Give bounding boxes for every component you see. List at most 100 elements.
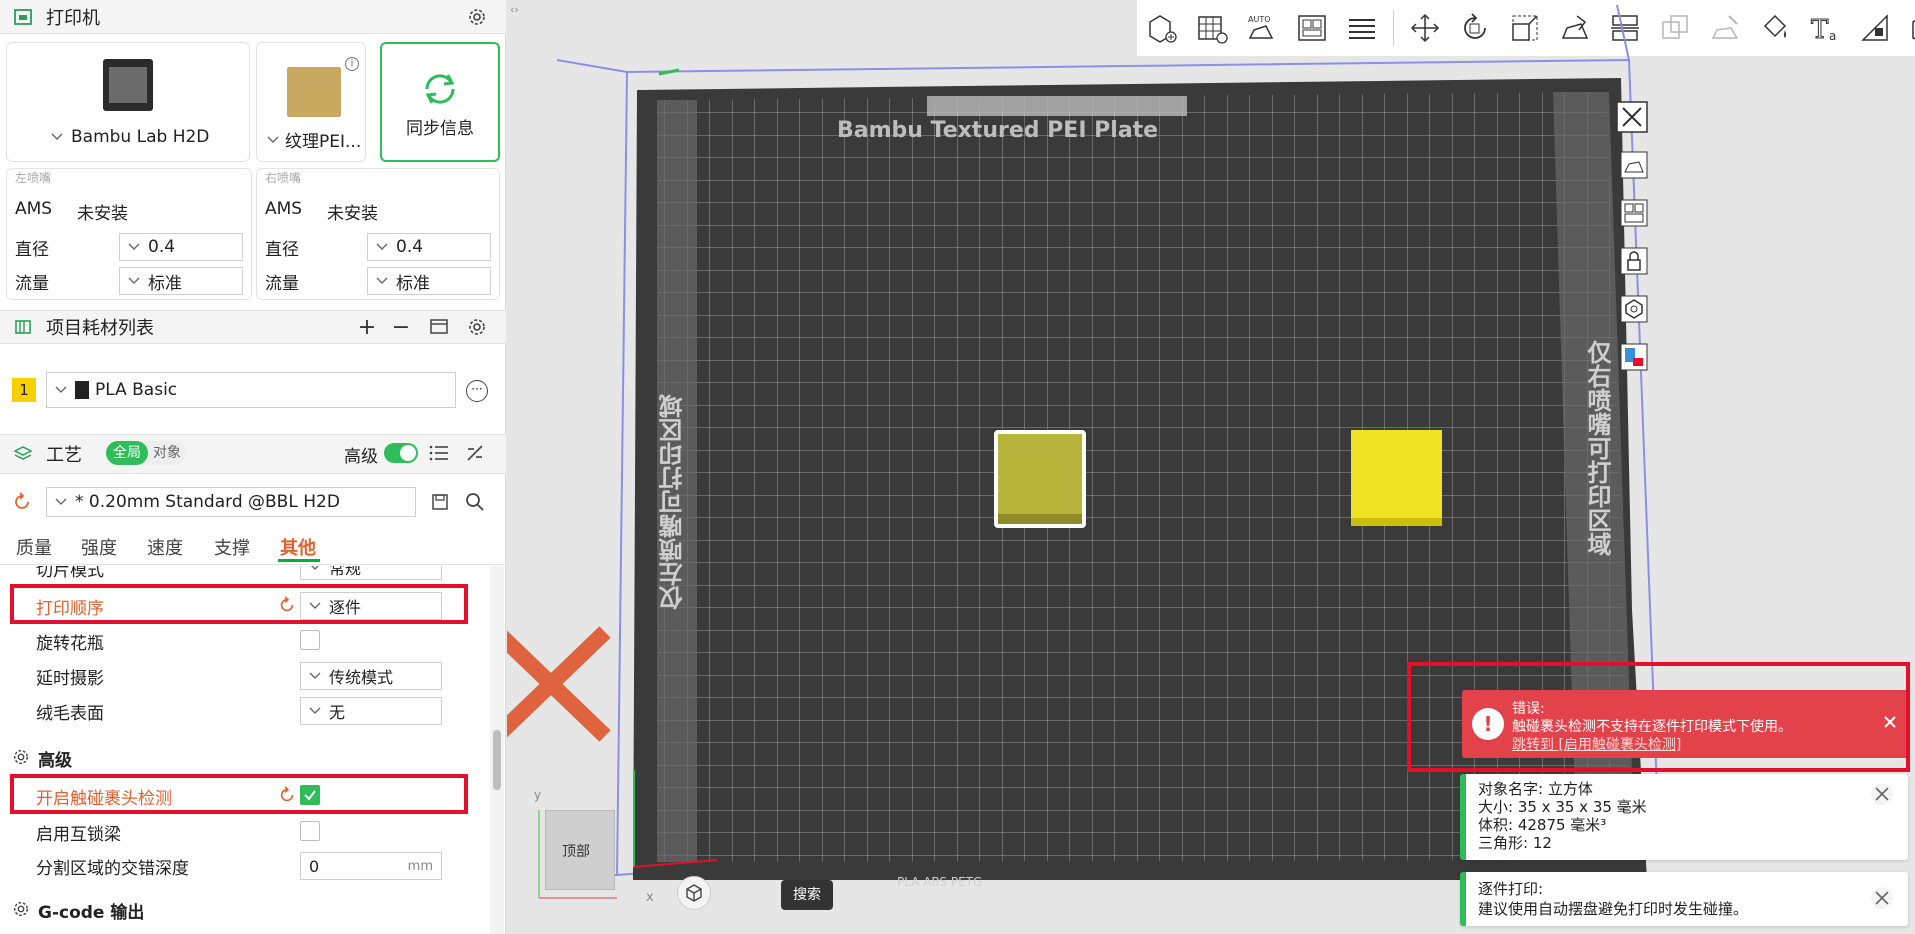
sync-info-button[interactable]: 同步信息 (380, 42, 500, 162)
chevron-down-icon (128, 277, 140, 284)
save-preset-icon[interactable] (430, 492, 450, 512)
right-flow-select[interactable]: 标准 (367, 267, 491, 295)
tab-strength[interactable]: 强度 (81, 534, 117, 560)
left-nozzle-title: 左喷嘴 (15, 171, 52, 185)
search-tooltip: 搜索 (781, 880, 833, 910)
orient-plate-icon[interactable] (1617, 148, 1651, 182)
gcode-gear-icon (12, 900, 30, 918)
add-filament-icon[interactable]: + (356, 315, 378, 340)
filament-settings-gear-icon[interactable] (466, 316, 488, 338)
fuzzy-skin-select[interactable]: 无 (300, 697, 442, 725)
axis-y-label: y (534, 788, 542, 802)
process-tabs: 质量 强度 速度 支撑 其他 (0, 532, 506, 562)
reset-view-icon[interactable] (677, 876, 711, 910)
plate-filament-icon[interactable] (1617, 340, 1651, 374)
filament-edit-icon[interactable] (428, 316, 450, 338)
info-icon[interactable]: i (345, 57, 359, 71)
interlock-depth-input[interactable]: 0 mm (300, 852, 442, 880)
advanced-heading: 高级 (38, 751, 72, 771)
global-object-toggle[interactable]: 全局 对象 (106, 441, 186, 465)
plate-type-card[interactable]: i 纹理PEI... (256, 42, 366, 162)
right-ams-value: 未安装 (327, 204, 378, 224)
3d-viewport[interactable]: ‹› AUTO Ta 0 P (507, 0, 1915, 934)
process-section-title: 工艺 (46, 445, 82, 466)
close-icon[interactable] (1615, 100, 1649, 134)
reset-icon[interactable] (12, 492, 32, 512)
axis-x-label: x (646, 890, 654, 905)
sync-info-label: 同步信息 (406, 119, 474, 139)
close-icon[interactable] (1870, 886, 1894, 910)
right-flow-label: 流量 (265, 274, 299, 294)
toggle-global[interactable]: 全局 (106, 441, 148, 465)
timelapse-label: 延时摄影 (36, 669, 104, 689)
annotation-highlight-error (1407, 662, 1910, 772)
timelapse-select[interactable]: 传统模式 (300, 662, 442, 690)
plate-settings-icon[interactable] (1617, 292, 1651, 326)
annotation-cross-icon (507, 626, 611, 742)
plate-bottom-label: PLA ABS PETG (897, 875, 983, 889)
slice-mode-select[interactable]: 常规 (300, 566, 442, 580)
cube-object-selected[interactable] (994, 430, 1086, 528)
cube-object[interactable] (1351, 430, 1442, 526)
left-flow-select[interactable]: 标准 (119, 267, 243, 295)
filament-slot-badge[interactable]: 1 (12, 378, 36, 402)
filament-section-title: 项目耗材列表 (46, 318, 154, 339)
active-tab-underline (278, 559, 320, 562)
spiral-vase-checkbox[interactable] (300, 630, 320, 650)
left-zone-label: 仅左喷嘴可打印区域 (659, 394, 687, 610)
interlock-depth-value: 0 (309, 856, 320, 876)
process-preset-select[interactable]: * 0.20mm Standard @BBL H2D (46, 487, 416, 517)
advanced-label: 高级 (344, 447, 378, 467)
tab-quality[interactable]: 质量 (16, 534, 52, 560)
timelapse-value: 传统模式 (329, 668, 394, 687)
chevron-down-icon (55, 386, 67, 393)
interlock-depth-unit: mm (407, 858, 433, 874)
tab-speed[interactable]: 速度 (147, 534, 183, 560)
process-preset-name: * 0.20mm Standard @BBL H2D (75, 492, 340, 512)
chevron-down-icon (376, 243, 388, 250)
left-diameter-value: 0.4 (148, 237, 176, 257)
printer-icon (12, 6, 34, 28)
plate-image (287, 67, 341, 117)
list-icon[interactable] (428, 442, 450, 464)
scrollbar-thumb[interactable] (493, 730, 501, 790)
chevron-down-icon (128, 243, 140, 250)
toggle-object[interactable]: 对象 (148, 441, 186, 465)
object-triangles-line: 三角形: 12 (1478, 834, 1552, 852)
close-icon[interactable] (1870, 782, 1894, 806)
divider (0, 564, 506, 565)
printer-section-header: 打印机 (0, 0, 506, 34)
tab-support[interactable]: 支撑 (214, 534, 250, 560)
interlock-depth-label: 分割区域的交错深度 (36, 859, 189, 879)
options-scrollbar[interactable] (490, 566, 504, 934)
filament-spool-icon (12, 316, 34, 338)
chevron-down-icon (51, 133, 63, 140)
printer-section-title: 打印机 (46, 7, 100, 29)
arrange-plate-icon[interactable] (1617, 196, 1651, 230)
compare-icon[interactable] (464, 442, 486, 464)
right-diameter-select[interactable]: 0.4 (367, 233, 491, 261)
left-diameter-label: 直径 (15, 240, 49, 260)
printer-settings-gear-icon[interactable] (466, 6, 488, 28)
right-flow-value: 标准 (396, 273, 430, 294)
layers-icon (12, 443, 34, 465)
filament-more-icon[interactable]: ··· (466, 380, 488, 402)
plate-title: Bambu Textured PEI Plate (837, 118, 1159, 143)
left-diameter-select[interactable]: 0.4 (119, 233, 243, 261)
filament-name: PLA Basic (95, 380, 178, 400)
advanced-toggle[interactable] (384, 443, 418, 463)
right-zone-label: 仅右喷嘴可打印区域 (1583, 340, 1611, 556)
interlock-checkbox[interactable] (300, 821, 320, 841)
search-icon[interactable] (464, 491, 486, 513)
filament-select[interactable]: PLA Basic (46, 372, 456, 408)
left-flow-value: 标准 (148, 273, 182, 294)
remove-filament-icon[interactable]: − (390, 315, 412, 340)
object-info-panel: 对象名字: 立方体 大小: 35 x 35 x 35 毫米 体积: 42875 … (1460, 774, 1908, 860)
tab-others[interactable]: 其他 (280, 534, 316, 560)
lock-icon[interactable] (1617, 244, 1651, 278)
slice-mode-value: 常规 (329, 566, 362, 578)
fuzzy-skin-value: 无 (329, 703, 346, 722)
printer-model-card[interactable]: Bambu Lab H2D (6, 42, 250, 162)
annotation-highlight-print-sequence (10, 584, 468, 624)
fuzzy-skin-label: 绒毛表面 (36, 704, 104, 724)
